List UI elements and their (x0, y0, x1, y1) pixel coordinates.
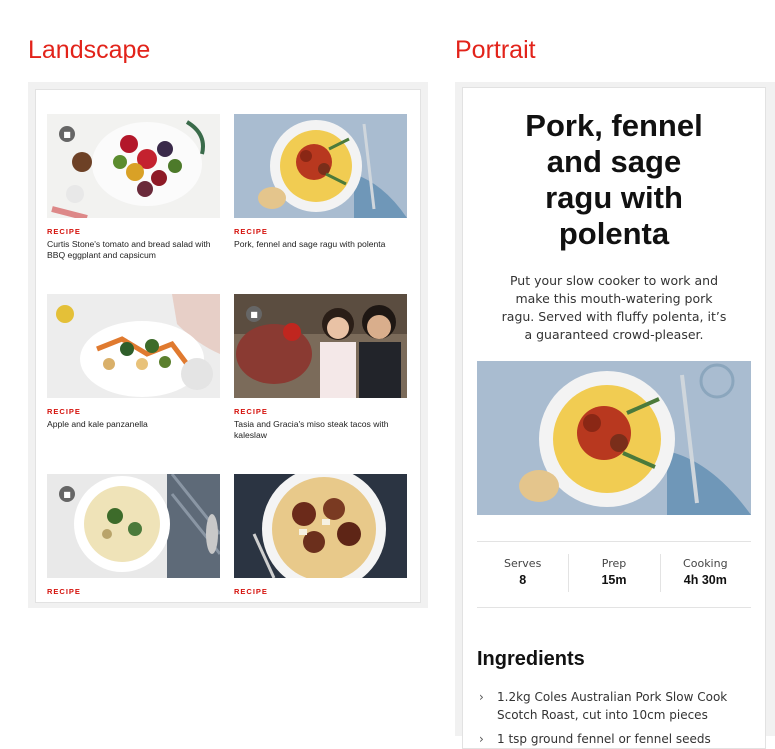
stat-label: Prep (601, 557, 627, 570)
stat-value: 4h 30m (683, 573, 727, 587)
stat-prep: Prep 15m (568, 542, 659, 607)
recipe-title[interactable]: Pork, fennel and sage ragu with polenta (234, 239, 407, 250)
landscape-panel: ■ RECIPE Curtis Stone's tomato and bread… (28, 82, 428, 608)
ingredient-text: 1.2kg Coles Australian Pork Slow Cook Sc… (497, 690, 728, 722)
title-line: ragu with (545, 180, 683, 215)
recipe-stats: Serves 8 Prep 15m Cooking 4h 30m (477, 541, 751, 608)
ingredient-text: 1 tsp ground fennel or fennel seeds (497, 732, 711, 746)
title-line: and sage (546, 144, 682, 179)
recipe-detail-title: Pork, fennel and sage ragu with polenta (463, 108, 765, 252)
chevron-right-icon: › (479, 690, 484, 704)
title-line: polenta (558, 216, 670, 251)
recipe-title[interactable]: Apple and kale panzanella (47, 419, 220, 430)
recipe-tag: RECIPE (234, 587, 268, 596)
ingredient-item: › 1 tsp ground fennel or fennel seeds (477, 730, 757, 748)
recipe-intro: Put your slow cooker to work and make th… (501, 273, 727, 342)
portrait-panel: Pork, fennel and sage ragu with polenta … (455, 82, 775, 749)
recipe-thumbnail[interactable] (234, 474, 407, 578)
recipe-tag: RECIPE (234, 407, 268, 416)
video-camera-icon: ■ (59, 486, 75, 502)
recipe-card[interactable]: ■ RECIPE (47, 474, 220, 599)
recipe-hero-image (477, 361, 751, 515)
recipe-card[interactable]: ■ RECIPE Tasia and Gracia's miso steak t… (234, 294, 407, 441)
recipe-tag: RECIPE (47, 407, 81, 416)
recipe-thumbnail[interactable]: ■ (234, 294, 407, 398)
ingredients-list: › 1.2kg Coles Australian Pork Slow Cook … (477, 688, 757, 748)
recipe-tag: RECIPE (47, 587, 81, 596)
recipe-title[interactable]: Tasia and Gracia's miso steak tacos with… (234, 419, 407, 441)
chevron-right-icon: › (479, 732, 484, 746)
ingredient-item: › 1.2kg Coles Australian Pork Slow Cook … (477, 688, 757, 724)
ingredients-heading: Ingredients (477, 648, 585, 670)
recipe-thumbnail[interactable]: ■ (47, 114, 220, 218)
recipe-thumbnail[interactable] (234, 114, 407, 218)
recipe-card[interactable]: RECIPE Apple and kale panzanella (47, 294, 220, 430)
recipe-card[interactable]: ■ RECIPE Curtis Stone's tomato and bread… (47, 114, 220, 261)
recipe-thumbnail[interactable] (47, 294, 220, 398)
recipe-thumbnail[interactable]: ■ (47, 474, 220, 578)
stat-serves: Serves 8 (477, 542, 568, 607)
recipe-tag: RECIPE (234, 227, 268, 236)
landscape-heading: Landscape (28, 36, 151, 64)
recipe-card[interactable]: RECIPE Pork, fennel and sage ragu with p… (234, 114, 407, 250)
recipe-title[interactable]: Curtis Stone's tomato and bread salad wi… (47, 239, 220, 261)
title-line: Pork, fennel (525, 108, 703, 143)
video-camera-icon: ■ (246, 306, 262, 322)
recipe-tag: RECIPE (47, 227, 81, 236)
stat-value: 8 (519, 573, 527, 587)
recipe-grid: ■ RECIPE Curtis Stone's tomato and bread… (35, 89, 421, 603)
stat-value: 15m (601, 573, 627, 587)
stat-label: Serves (504, 557, 542, 570)
recipe-card[interactable]: RECIPE (234, 474, 407, 599)
stat-cooking: Cooking 4h 30m (659, 542, 751, 607)
stat-label: Cooking (683, 557, 728, 570)
portrait-heading: Portrait (455, 36, 536, 64)
video-camera-icon: ■ (59, 126, 75, 142)
recipe-detail: Pork, fennel and sage ragu with polenta … (462, 87, 766, 749)
